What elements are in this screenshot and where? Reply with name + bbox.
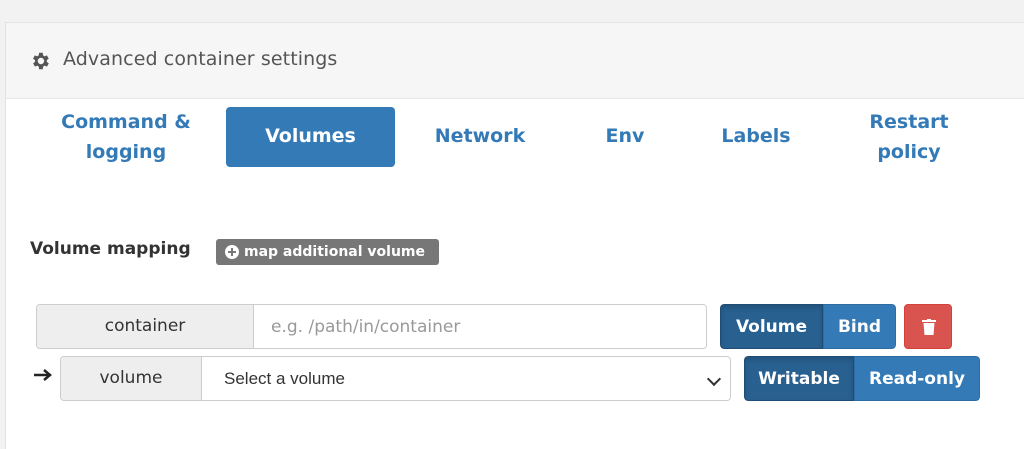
container-path-group: container — [36, 304, 707, 349]
container-path-input[interactable] — [255, 305, 706, 348]
tab-label: logging — [85, 141, 167, 163]
tab-label: policy — [877, 141, 941, 163]
remove-volume-button[interactable] — [904, 304, 952, 349]
volume-type-volume-button[interactable]: Volume — [720, 304, 823, 349]
tab-restart-policy[interactable]: Restart policy — [850, 107, 968, 167]
arrow-right-icon — [34, 369, 52, 381]
tab-label: Network — [434, 125, 526, 147]
panel-header: Advanced container settings — [6, 23, 1024, 99]
volume-mapping-label: Volume mapping — [30, 239, 191, 259]
tab-label: Command & — [61, 111, 191, 133]
container-addon: container — [37, 305, 254, 348]
tab-label: Env — [605, 125, 645, 147]
access-mode-toggle: Writable Read-only — [744, 356, 980, 401]
tab-command-logging[interactable]: Command & logging — [40, 107, 212, 167]
panel-title: Advanced container settings — [63, 48, 338, 70]
volume-type-toggle: Volume Bind — [720, 304, 896, 349]
plus-circle-icon — [225, 245, 239, 259]
gear-icon — [33, 52, 49, 70]
tab-labels[interactable]: Labels — [706, 107, 806, 167]
volume-select-group: volume Select a volume — [60, 356, 731, 401]
tab-env[interactable]: Env — [580, 107, 670, 167]
access-writable-button[interactable]: Writable — [744, 356, 854, 401]
map-additional-volume-button[interactable]: map additional volume — [216, 239, 439, 265]
trash-icon — [922, 319, 936, 335]
tab-label: Volumes — [265, 125, 356, 147]
chevron-down-icon — [706, 371, 722, 387]
tab-volumes[interactable]: Volumes — [226, 107, 395, 167]
volume-select[interactable]: Select a volume — [203, 357, 730, 400]
access-read-only-button[interactable]: Read-only — [854, 356, 980, 401]
tab-label: Restart — [869, 111, 949, 133]
volume-select-value: Select a volume — [224, 369, 345, 388]
volume-addon: volume — [61, 357, 202, 400]
tab-network[interactable]: Network — [420, 107, 540, 167]
map-additional-volume-label: map additional volume — [244, 244, 426, 260]
volume-type-bind-button[interactable]: Bind — [823, 304, 896, 349]
tab-label: Labels — [721, 125, 791, 147]
